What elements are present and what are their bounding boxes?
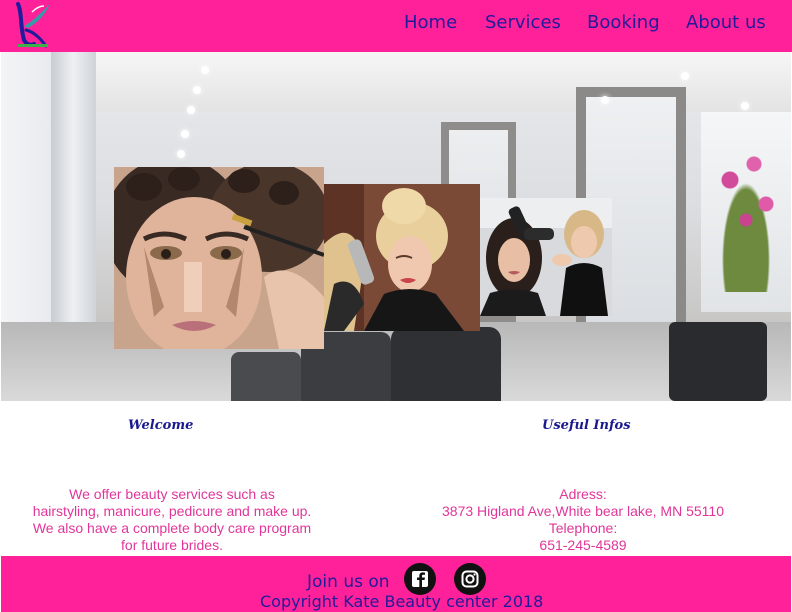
- address-label: Adress:: [559, 486, 607, 502]
- welcome-text: We offer beauty services such as hairsty…: [30, 486, 314, 554]
- ceiling-light: [177, 150, 185, 158]
- ceiling-light: [681, 72, 689, 80]
- facebook-icon[interactable]: [404, 563, 436, 595]
- telephone-label: Telephone:: [548, 520, 618, 536]
- makeup-photo: [114, 167, 324, 349]
- copyright-text: Copyright Kate Beauty center 2018: [260, 592, 544, 611]
- useful-infos-heading: Useful Infos: [542, 418, 631, 433]
- nav-home-link[interactable]: Home: [404, 12, 457, 33]
- join-us-label: Join us on: [307, 572, 390, 592]
- ceiling-light: [181, 130, 189, 138]
- site-header: Home Services Booking About us: [0, 0, 792, 52]
- welcome-heading: Welcome: [128, 418, 194, 433]
- welcome-line: We offer beauty services such as: [69, 486, 275, 502]
- ceiling-light: [741, 102, 749, 110]
- hero-orchid: [706, 132, 786, 292]
- hairstyling-photo: [324, 184, 480, 331]
- hero-ceiling: [96, 52, 791, 112]
- ceiling-light: [187, 106, 195, 114]
- hero-chair: [391, 327, 501, 401]
- nav-services-link[interactable]: Services: [485, 12, 561, 33]
- welcome-line: hairstyling, manicure, pedicure and make…: [32, 503, 312, 519]
- blowdry-photo: [480, 198, 612, 316]
- welcome-line: for future brides.: [121, 537, 223, 553]
- ceiling-light: [601, 96, 609, 104]
- telephone-value: 651-245-4589: [539, 537, 627, 553]
- hero-cart: [669, 322, 767, 401]
- nav-about-link[interactable]: About us: [686, 12, 766, 33]
- ceiling-light: [193, 86, 201, 94]
- welcome-line: We also have a complete body care progra…: [32, 520, 312, 536]
- hero-chair: [231, 352, 301, 401]
- contact-info: Adress: 3873 Higland Ave,White bear lake…: [420, 486, 746, 554]
- nav-booking-link[interactable]: Booking: [587, 12, 660, 33]
- ceiling-light: [201, 66, 209, 74]
- instagram-icon[interactable]: [454, 563, 486, 595]
- logo-icon[interactable]: [10, 0, 54, 50]
- address-value: 3873 Higland Ave,White bear lake, MN 551…: [442, 503, 724, 519]
